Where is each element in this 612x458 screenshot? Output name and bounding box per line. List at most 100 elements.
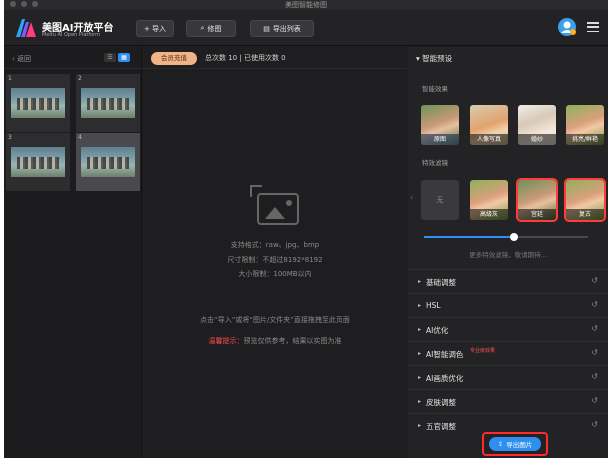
window-title: 美图智能修图 bbox=[285, 1, 327, 9]
filter-gray[interactable]: 高级灰 bbox=[470, 180, 508, 220]
retouch-button[interactable]: ⌕ 修图 bbox=[186, 20, 236, 37]
filter-label: 宫廷 bbox=[518, 209, 556, 220]
reset-icon[interactable]: ↺ bbox=[591, 420, 598, 429]
filter-intensity-slider[interactable] bbox=[424, 233, 588, 241]
chevron-right-icon: ▸ bbox=[418, 374, 422, 381]
warm-tip-prefix: 温馨提示： bbox=[208, 337, 244, 345]
preset-wedding[interactable]: 婚纱 bbox=[518, 105, 556, 145]
chevron-right-icon: ▸ bbox=[418, 350, 422, 357]
avatar[interactable] bbox=[558, 18, 576, 36]
smart-effects-label: 智能效果 bbox=[422, 85, 448, 93]
thumbnail-photo bbox=[81, 147, 135, 177]
preset-bright[interactable]: 挑亮/鲜艳 bbox=[566, 105, 604, 145]
preset-label: 婚纱 bbox=[518, 134, 556, 145]
reset-icon[interactable]: ↺ bbox=[591, 300, 598, 309]
export-label: 导出图片 bbox=[506, 441, 533, 449]
chevron-right-icon: ▸ bbox=[418, 326, 422, 333]
accordion-label: 五官调整 bbox=[426, 422, 456, 431]
preset-portrait[interactable]: 人像写真 bbox=[470, 105, 508, 145]
preset-original[interactable]: 原图 bbox=[421, 105, 459, 145]
chevron-right-icon: ▸ bbox=[418, 398, 422, 405]
accordion-hsl[interactable]: ▸ HSL ↺ bbox=[408, 293, 608, 317]
image-thumbnail[interactable]: 3 bbox=[6, 133, 70, 191]
accordion-ai-quality[interactable]: ▸ AI画质优化 ↺ bbox=[408, 365, 608, 389]
filter-retro[interactable]: 复古 bbox=[564, 178, 606, 222]
toolbar: 美图AI开放平台 Meitu AI Open Platform + 导入 ⌕ 修… bbox=[4, 10, 608, 46]
view-toggle: ☰ ▦ bbox=[104, 53, 130, 62]
filter-label: 复古 bbox=[566, 209, 604, 220]
grid-view-icon[interactable]: ▦ bbox=[118, 53, 130, 62]
accordion-ai-optimize[interactable]: ▸ AI优化 ↺ bbox=[408, 317, 608, 341]
accordion-basic-adjust[interactable]: ▸ 基础调整 ↺ bbox=[408, 269, 608, 293]
warm-tip: 温馨提示：预览仅供参考，结果以实图为准 bbox=[143, 336, 407, 346]
image-thumbnail[interactable]: 2 bbox=[76, 74, 140, 132]
accordion-label: 皮肤调整 bbox=[426, 398, 456, 407]
filesize-info: 大小限制：100MB以内 bbox=[238, 270, 312, 278]
canvas-area[interactable]: 会员充值 总次数 10 | 已使用次数 0 支持格式：raw、jpg、bmp 尺… bbox=[143, 47, 407, 458]
chevron-right-icon: ▸ bbox=[418, 422, 422, 429]
export-list-label: 导出列表 bbox=[272, 24, 301, 33]
accordion-label: AI画质优化 bbox=[426, 374, 464, 383]
zoom-dot[interactable] bbox=[32, 1, 38, 7]
reset-icon[interactable]: ↺ bbox=[591, 276, 598, 285]
thumbnail-photo bbox=[81, 88, 135, 118]
accordion-label: HSL bbox=[426, 301, 441, 310]
export-highlight: ⇪ 导出图片 bbox=[482, 432, 548, 456]
filter-label: 高级灰 bbox=[470, 209, 508, 220]
reset-icon[interactable]: ↺ bbox=[591, 324, 598, 333]
title-bar: 美图智能修图 bbox=[4, 0, 608, 10]
back-label: 返回 bbox=[17, 55, 32, 63]
import-label: + 导入 bbox=[143, 24, 167, 33]
filter-palace[interactable]: 宫廷 bbox=[516, 178, 558, 222]
filter-none[interactable]: 无 bbox=[421, 180, 459, 220]
accordion-skin[interactable]: ▸ 皮肤调整 ↺ bbox=[408, 389, 608, 413]
menu-icon[interactable] bbox=[587, 22, 599, 32]
reset-icon[interactable]: ↺ bbox=[591, 348, 598, 357]
canvas-header: 会员充值 总次数 10 | 已使用次数 0 bbox=[143, 47, 407, 69]
export-list-button[interactable]: ▤ 导出列表 bbox=[250, 20, 314, 37]
smart-preset-header[interactable]: ▾ 智能预设 bbox=[416, 53, 452, 64]
retouch-label: 修图 bbox=[207, 24, 222, 33]
reset-icon[interactable]: ↺ bbox=[591, 396, 598, 405]
reset-icon[interactable]: ↺ bbox=[591, 372, 598, 381]
accordion-ai-color[interactable]: ▸ AI智能调色 专业级效果 ↺ bbox=[408, 341, 608, 365]
thumbnail-index: 3 bbox=[8, 134, 12, 141]
thumbnail-index: 4 bbox=[78, 134, 82, 141]
thumbnail-photo bbox=[11, 88, 65, 118]
warm-tip-text: 预览仅供参考，结果以实图为准 bbox=[243, 337, 342, 345]
import-button[interactable]: + 导入 bbox=[136, 20, 174, 37]
slider-handle[interactable] bbox=[510, 233, 519, 241]
thumbnail-index: 2 bbox=[78, 75, 82, 82]
thumbnail-photo bbox=[11, 147, 65, 177]
meitu-logo-icon bbox=[16, 19, 36, 37]
upload-icon: ⇪ bbox=[497, 440, 504, 448]
filters-label: 特效滤镜 bbox=[422, 159, 448, 167]
slider-fill bbox=[424, 236, 515, 238]
close-dot[interactable] bbox=[10, 1, 16, 7]
traffic-lights bbox=[10, 1, 38, 7]
image-list-header: ‹ 返回 ☰ ▦ bbox=[4, 47, 142, 69]
image-thumbnail[interactable]: 1 bbox=[6, 74, 70, 132]
pro-tag: 专业级效果 bbox=[470, 348, 496, 354]
accordion-label: AI优化 bbox=[426, 326, 449, 335]
back-button[interactable]: ‹ 返回 bbox=[12, 54, 31, 64]
thumbnail-index: 1 bbox=[8, 75, 12, 82]
chevron-left-icon[interactable]: ‹ bbox=[410, 193, 413, 202]
export-image-button[interactable]: ⇪ 导出图片 bbox=[489, 437, 541, 451]
search-icon: ⌕ bbox=[200, 24, 205, 32]
app-window: 美图智能修图 美图AI开放平台 Meitu AI Open Platform +… bbox=[4, 0, 608, 458]
member-recharge-button[interactable]: 会员充值 bbox=[151, 52, 197, 65]
list-icon: ▤ bbox=[263, 24, 270, 33]
smart-preset-title: 智能预设 bbox=[422, 54, 453, 63]
list-view-icon[interactable]: ☰ bbox=[104, 53, 116, 62]
preset-label: 人像写真 bbox=[470, 134, 508, 145]
size-info: 尺寸限制：不超过8192*8192 bbox=[227, 256, 323, 264]
chevron-right-icon: ▸ bbox=[418, 302, 422, 309]
adjust-panel: ▾ 智能预设 智能效果 原图 人像写真 婚纱 挑亮/鲜艳 特效滤镜 ‹ 无 高级… bbox=[408, 47, 608, 458]
user-icon bbox=[561, 21, 576, 35]
image-list-panel: ‹ 返回 ☰ ▦ 1 2 3 4 bbox=[4, 47, 142, 458]
accordion-label: AI智能调色 bbox=[426, 350, 464, 359]
minimize-dot[interactable] bbox=[21, 1, 27, 7]
usage-counts: 总次数 10 | 已使用次数 0 bbox=[205, 54, 286, 62]
image-thumbnail-selected[interactable]: 4 bbox=[76, 133, 140, 191]
